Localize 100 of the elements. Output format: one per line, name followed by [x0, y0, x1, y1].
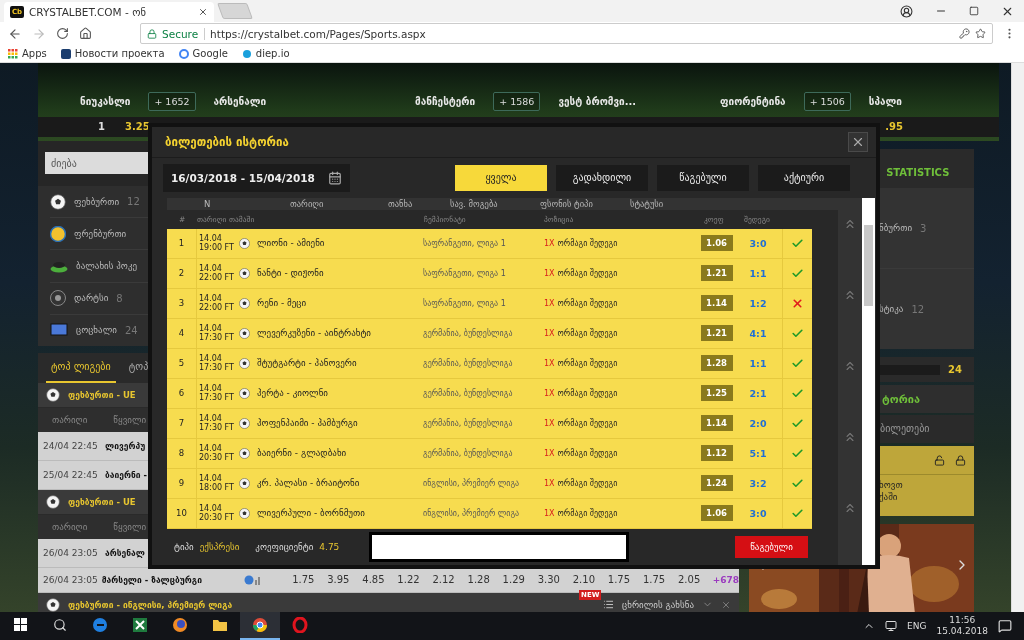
odds-value: 3.25 — [124, 121, 150, 133]
championship: საფრანგეთი, ლიგა 1 — [423, 298, 507, 308]
match-date: 14.04 — [199, 294, 223, 304]
match-time: 26/04 23:05 — [43, 574, 99, 585]
match-date: 14.04 — [199, 354, 223, 364]
championship: ინგლისი, პრემიერ ლიგა — [423, 508, 521, 518]
sport-name: ფრენბურთი — [74, 228, 127, 239]
bookmark-label: diep.io — [255, 48, 290, 60]
score: 1:1 — [748, 267, 768, 279]
odds-value: 1.28 — [700, 355, 733, 372]
odds-value: 1.06 — [700, 235, 733, 252]
section-title: ფეხბურთი - UE — [68, 389, 136, 400]
row-number: 1 — [167, 228, 197, 258]
odds-value: 1.24 — [700, 475, 733, 492]
odds-value: .95 — [885, 121, 903, 133]
sport-name: ცოცხალი — [76, 325, 117, 336]
section-title: ფეხბურთი - ინგლისი, პრემიერ ლიგა — [68, 599, 233, 610]
odds-value: 1.12 — [700, 445, 733, 462]
championship: გერმანია, ბუნდესლიგა — [423, 388, 514, 398]
score: 4:1 — [748, 327, 768, 339]
column-header: თარიღი — [52, 414, 88, 425]
match-name: მარსელი - ზალცბურგი — [101, 574, 203, 585]
odds-value: 1.21 — [700, 265, 733, 282]
column-header: თარიღი — [52, 521, 88, 532]
match-time: 17:30 FT — [199, 423, 235, 433]
team-name: ვესტ ბრომვი... — [558, 96, 637, 108]
column-header: წყვილი — [113, 414, 147, 425]
pick: 1X — [544, 268, 555, 278]
match-date: 14.04 — [199, 264, 223, 274]
odds-value: 1.25 — [700, 385, 733, 402]
bookmark-label: Apps — [22, 48, 47, 60]
bet-position: ორმაგი შედეგი — [557, 358, 618, 368]
pick: 1X — [544, 298, 555, 308]
sport-name: ნბურთი — [879, 223, 913, 234]
sport-name: დარტსი — [74, 293, 109, 304]
match-name: კრ. პალასი - ბრაიტონი — [257, 478, 361, 489]
match-time: 17:30 FT — [199, 333, 235, 343]
team-name: მანჩესტერი — [415, 96, 476, 108]
match-name: ბაიერნი - — [105, 469, 148, 480]
bet-position: ორმაგი შედეგი — [557, 508, 618, 518]
match-name: ლივერპული - ბორნმუთი — [257, 508, 366, 519]
pick: 1X — [544, 418, 555, 428]
sport-name: ბალახის ჰოკე — [76, 260, 138, 271]
sport-name: ფეხბურთი — [74, 196, 120, 207]
dialog-title: ბილეთების ისტორია — [165, 134, 289, 149]
match-name: ბაიერნი - გლადბახი — [257, 448, 348, 459]
score: 3:2 — [748, 477, 768, 489]
bet-position: ორმაგი შედეგი — [557, 388, 618, 398]
match-name: ნანტი - დიჟონი — [257, 268, 325, 279]
championship: გერმანია, ბუნდესლიგა — [423, 328, 514, 338]
match-time: 26/04 23:05 — [43, 547, 99, 558]
bet-position: ორმაგი შედეგი — [557, 418, 618, 428]
odds-value: 1.14 — [700, 295, 733, 312]
match-time: 24/04 22:45 — [43, 440, 99, 451]
match-time: 22:00 FT — [199, 303, 235, 313]
sport-count: 24 — [124, 324, 138, 336]
odds-value: 1.14 — [700, 415, 733, 432]
sport-count: 12 — [127, 196, 140, 207]
type-label: ტიპი — [174, 541, 194, 552]
row-number: 3 — [167, 288, 197, 318]
pick: 1X — [544, 478, 555, 488]
bet-position: ორმაგი შედეგი — [557, 328, 618, 338]
section-title: ფეხბურთი - UE — [68, 496, 136, 507]
match-time: 25/04 22:45 — [43, 469, 99, 480]
match-time: 17:30 FT — [199, 363, 235, 373]
match-time: 22:00 FT — [199, 273, 235, 283]
pick: 1X — [544, 358, 555, 368]
championship: გერმანია, ბუნდესლიგა — [423, 418, 514, 428]
match-name: ჰერტა - კიოლნი — [257, 388, 329, 399]
row-number: 8 — [167, 438, 197, 468]
match-date: 14.04 — [199, 474, 223, 484]
bet-position: ორმაგი შედეგი — [557, 268, 618, 278]
team-name: არსენალი — [213, 96, 267, 108]
sport-name: სტიკა — [879, 304, 904, 315]
match-name: არსენალ — [105, 547, 145, 558]
odds-value: 1.06 — [700, 505, 733, 522]
match-time: 20:30 FT — [199, 513, 235, 523]
score: 1:1 — [748, 357, 768, 369]
match-time: 20:30 FT — [199, 453, 235, 463]
match-date: 14.04 — [199, 234, 223, 244]
bet-position: ორმაგი შედეგი — [557, 448, 618, 458]
championship: საფრანგეთი, ლიგა 1 — [423, 238, 507, 248]
match-name: შტუტგარტი - ჰანოვერი — [257, 358, 358, 369]
match-date: 14.04 — [199, 444, 223, 454]
bet-position: ორმაგი შედეგი — [557, 298, 618, 308]
column-header: წყვილი — [113, 521, 147, 532]
row-number: 4 — [167, 318, 197, 348]
odds-label: 1 — [98, 121, 105, 133]
date-range: 16/03/2018 - 15/04/2018 — [171, 171, 315, 184]
match-date: 14.04 — [199, 414, 223, 424]
counter: 24 — [948, 364, 962, 376]
pick: 1X — [544, 328, 555, 338]
match-name: ჰოფენჰაიმი - ჰამბურგი — [257, 418, 359, 429]
match-date: 14.04 — [199, 324, 223, 334]
sport-count: 3 — [920, 222, 927, 234]
championship: ინგლისი, პრემიერ ლიგა — [423, 478, 521, 488]
row-number: 9 — [167, 468, 197, 498]
pick: 1X — [544, 448, 555, 458]
row-number: 5 — [167, 348, 197, 378]
match-date: 14.04 — [199, 384, 223, 394]
